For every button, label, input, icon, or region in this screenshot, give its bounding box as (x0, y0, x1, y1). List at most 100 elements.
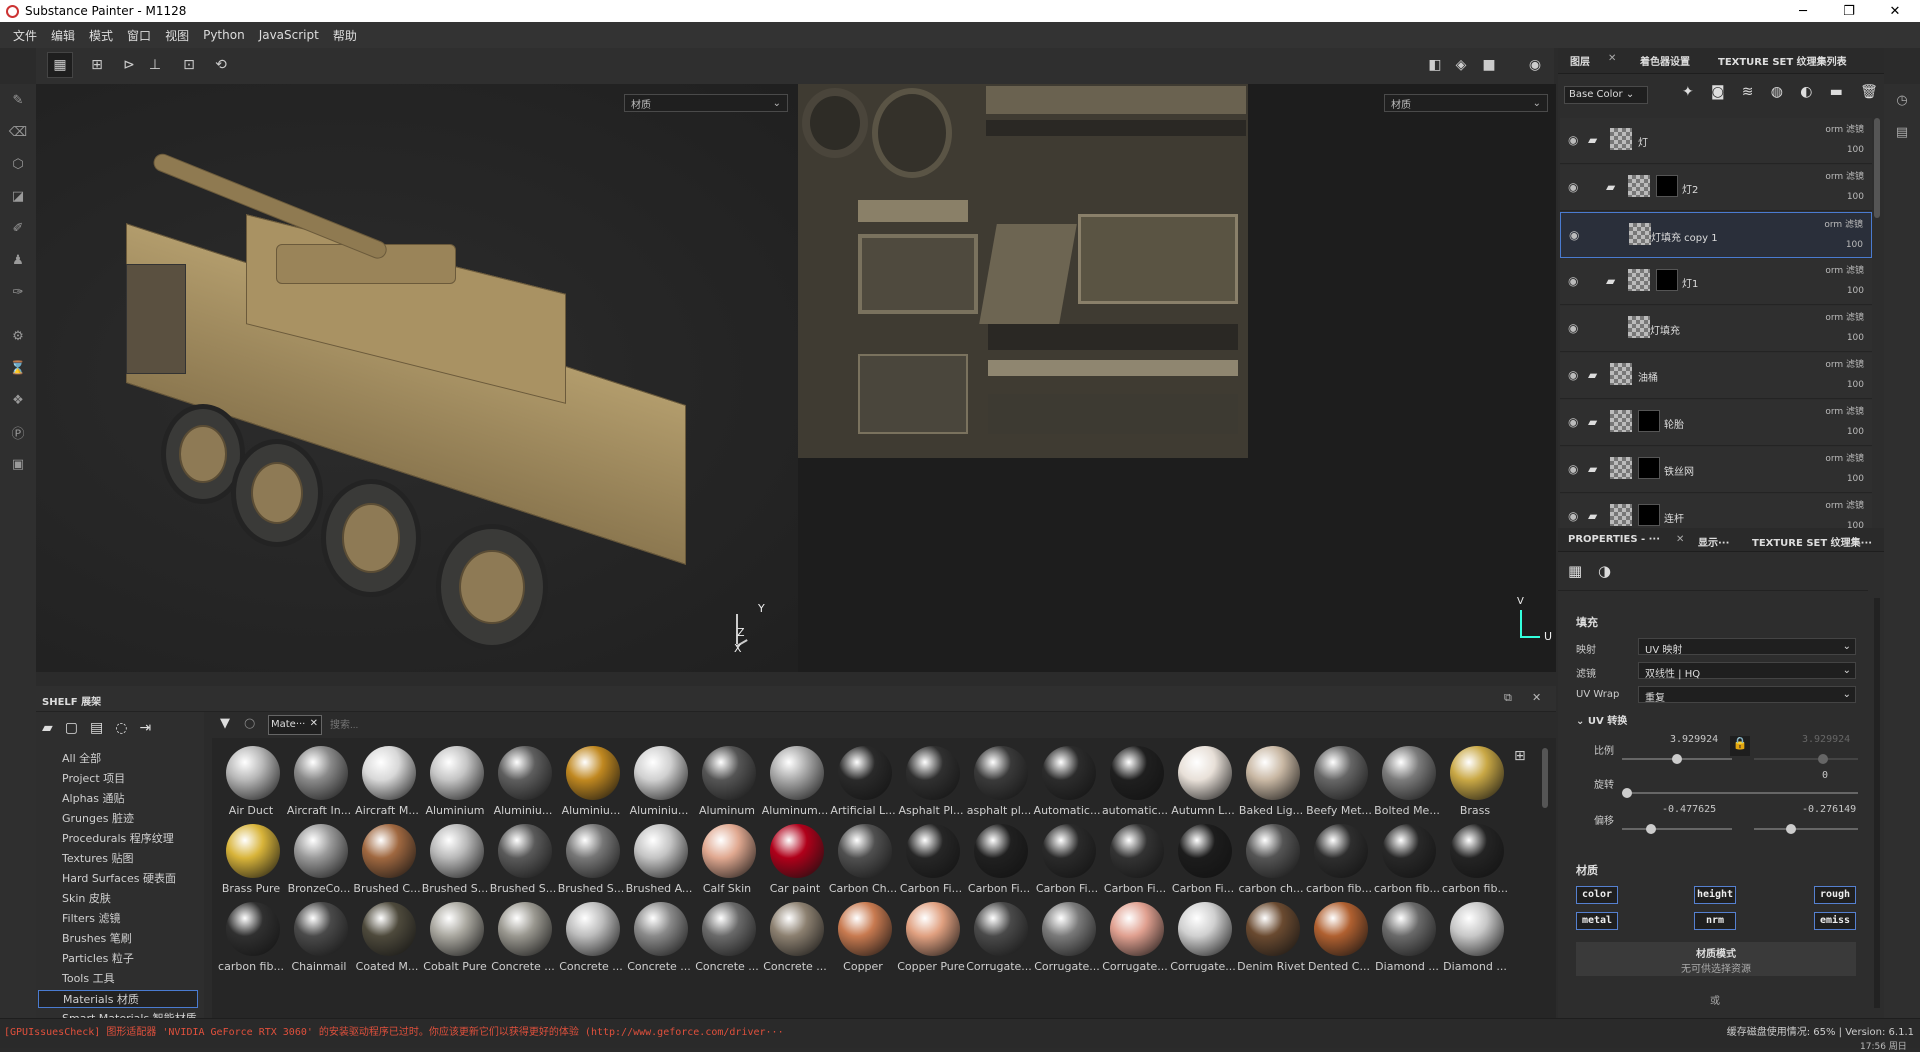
visibility-eye-icon[interactable]: ◉ (1568, 415, 1578, 429)
layer-opacity[interactable]: 100 (1847, 145, 1864, 155)
shelf-search-input[interactable] (330, 715, 1550, 735)
eraser-icon[interactable]: ⌫ (8, 122, 28, 142)
add-fill-layer-icon[interactable]: ≋ (1742, 84, 1754, 104)
material-thumbnail[interactable]: Baked Lig... (1238, 742, 1304, 820)
material-thumbnail[interactable]: Autumn L... (1170, 742, 1236, 820)
category-item[interactable]: Tools 工具 (62, 970, 115, 988)
hide-icon[interactable]: ◌ (115, 720, 127, 740)
folder-icon[interactable]: ▰ (1588, 368, 1597, 382)
polygon-fill-icon[interactable]: ◪ (8, 186, 28, 206)
material-thumbnail[interactable]: Calf Skin (694, 820, 760, 898)
plugin-icon[interactable]: ❖ (8, 390, 28, 410)
brush-icon[interactable]: ✎ (8, 90, 28, 110)
folder-icon[interactable]: ▰ (1588, 509, 1597, 523)
delete-layer-icon[interactable]: 🗑 (1860, 84, 1878, 104)
material-thumbnail[interactable]: Carbon Fi... (1102, 820, 1168, 898)
layer-blend-mode[interactable]: orm 滤镜 (1825, 498, 1864, 511)
channel-color-button[interactable]: color (1576, 886, 1618, 904)
menu-edit[interactable]: 编辑 (51, 27, 75, 44)
material-thumbnail[interactable]: Copper Pure (897, 898, 965, 976)
layer-row-selected[interactable]: ◉ 灯填充 copy 1 orm 滤镜 100 (1560, 212, 1872, 258)
properties-scrollbar[interactable] (1874, 598, 1880, 1008)
layer-mask-thumbnail[interactable] (1656, 269, 1678, 291)
material-thumbnail[interactable]: Brushed C... (353, 820, 421, 898)
material-thumbnail[interactable]: BronzeCo... (286, 820, 352, 898)
material-thumbnail[interactable]: Carbon Fi... (1170, 820, 1236, 898)
layer-opacity[interactable]: 100 (1846, 240, 1863, 250)
tab-display[interactable]: 显示··· (1698, 534, 1729, 549)
maximize-button[interactable]: ❐ (1826, 0, 1872, 22)
photoshop-icon[interactable]: Ⓟ (8, 422, 28, 442)
material-thumbnail[interactable]: Dented C... (1306, 898, 1372, 976)
layer-row[interactable]: ◉ ▰ 灯1 orm 滤镜 100 (1560, 259, 1872, 305)
bake-icon[interactable]: ⌛ (8, 358, 28, 378)
category-item[interactable]: Alphas 通贴 (62, 790, 125, 808)
offset-slider-1[interactable] (1622, 824, 1732, 834)
add-mask-icon[interactable]: ◙ (1711, 84, 1725, 104)
material-thumbnail[interactable]: Concrete ... (490, 898, 556, 976)
material-thumbnail[interactable]: Corrugate... (1034, 898, 1100, 976)
layer-opacity[interactable]: 100 (1847, 521, 1864, 528)
channel-rough-button[interactable]: rough (1814, 886, 1856, 904)
visibility-eye-icon[interactable]: ◉ (1568, 274, 1578, 288)
layer-blend-mode[interactable]: orm 滤镜 (1825, 357, 1864, 370)
folder-icon[interactable]: ▰ (1588, 133, 1597, 147)
scale-slider-1[interactable] (1622, 754, 1732, 764)
screenshot-icon[interactable]: ◉ (1522, 52, 1548, 78)
material-thumbnail[interactable]: Artificial L... (830, 742, 896, 820)
layer-mask-thumbnail[interactable] (1638, 504, 1660, 526)
visibility-eye-icon[interactable]: ◉ (1569, 228, 1579, 242)
layer-mask-thumbnail[interactable] (1638, 457, 1660, 479)
menu-view[interactable]: 视图 (165, 27, 189, 44)
uv-transform-header[interactable]: ⌄ UV 转换 (1576, 712, 1627, 727)
material-thumbnail[interactable]: carbon fib... (1374, 820, 1440, 898)
tab-texture-set-list[interactable]: TEXTURE SET 纹理集列表 (1718, 53, 1847, 68)
material-mode-button[interactable]: 材质模式 无可供选择资源 (1576, 942, 1856, 976)
material-thumbnail[interactable]: Aluminiu... (626, 742, 692, 820)
grid-view-icon[interactable]: ⊞ (1514, 748, 1526, 764)
material-thumbnail[interactable]: Carbon Fi... (966, 820, 1032, 898)
tab-layers[interactable]: 图层 (1570, 53, 1590, 68)
menu-javascript[interactable]: JavaScript (259, 28, 319, 42)
material-thumbnail[interactable]: Air Duct (218, 742, 284, 820)
folder-icon[interactable]: ▰ (1588, 415, 1597, 429)
material-thumbnail[interactable]: Concrete ... (694, 898, 760, 976)
layer-blend-mode[interactable]: orm 滤镜 (1824, 217, 1863, 230)
folder-icon[interactable]: ▰ (1606, 274, 1615, 288)
material-thumbnail[interactable]: carbon ch... (1238, 820, 1304, 898)
layer-row[interactable]: ◉ ▰ 灯 orm 滤镜 100 (1560, 118, 1872, 164)
menu-help[interactable]: 帮助 (333, 27, 357, 44)
material-thumbnail[interactable]: carbon fib... (1306, 820, 1372, 898)
material-thumbnail[interactable]: Brushed S... (490, 820, 556, 898)
material-thumbnail[interactable]: Copper (830, 898, 896, 976)
material-thumbnail[interactable]: Automatic... (1034, 742, 1100, 820)
tab-shader-settings[interactable]: 着色器设置 (1640, 53, 1690, 68)
minimize-button[interactable]: ─ (1780, 0, 1826, 22)
material-thumbnail[interactable]: Corrugate... (966, 898, 1032, 976)
close-button[interactable]: ✕ (1872, 0, 1918, 22)
material-thumbnail[interactable]: Diamond ... (1374, 898, 1440, 976)
layout-grid-icon[interactable]: ⊞ (84, 52, 110, 78)
fill-properties-icon[interactable]: ▦ (1568, 562, 1582, 580)
projection-select[interactable]: UV 映射 ⌄ (1638, 638, 1856, 656)
material-thumbnail[interactable]: Bolted Me... (1374, 742, 1440, 820)
material-thumbnail[interactable]: Concrete ... (762, 898, 828, 976)
mirror-x-icon[interactable]: ⊳ (116, 52, 142, 78)
menu-mode[interactable]: 模式 (89, 27, 113, 44)
menu-window[interactable]: 窗口 (127, 27, 151, 44)
visibility-eye-icon[interactable]: ◉ (1568, 509, 1578, 523)
menu-file[interactable]: 文件 (13, 27, 37, 44)
material-thumbnail[interactable]: Carbon Fi... (898, 820, 964, 898)
material-thumbnail[interactable]: Aircraft In... (286, 742, 352, 820)
lock-icon[interactable]: 🔒 (1730, 736, 1750, 756)
layer-mask-thumbnail[interactable] (1656, 175, 1678, 197)
layer-opacity[interactable]: 100 (1847, 286, 1864, 296)
category-item[interactable]: Textures 贴图 (62, 850, 134, 868)
layer-opacity[interactable]: 100 (1847, 427, 1864, 437)
visibility-eye-icon[interactable]: ◉ (1568, 180, 1578, 194)
material-thumbnail[interactable]: Coated M... (354, 898, 420, 976)
material-thumbnail[interactable]: Brass Pure (218, 820, 284, 898)
offset-value-1[interactable]: -0.477625 (1662, 804, 1716, 815)
filter-tag-remove-icon[interactable]: ✕ (310, 718, 318, 729)
material-thumbnail[interactable]: Concrete ... (626, 898, 692, 976)
